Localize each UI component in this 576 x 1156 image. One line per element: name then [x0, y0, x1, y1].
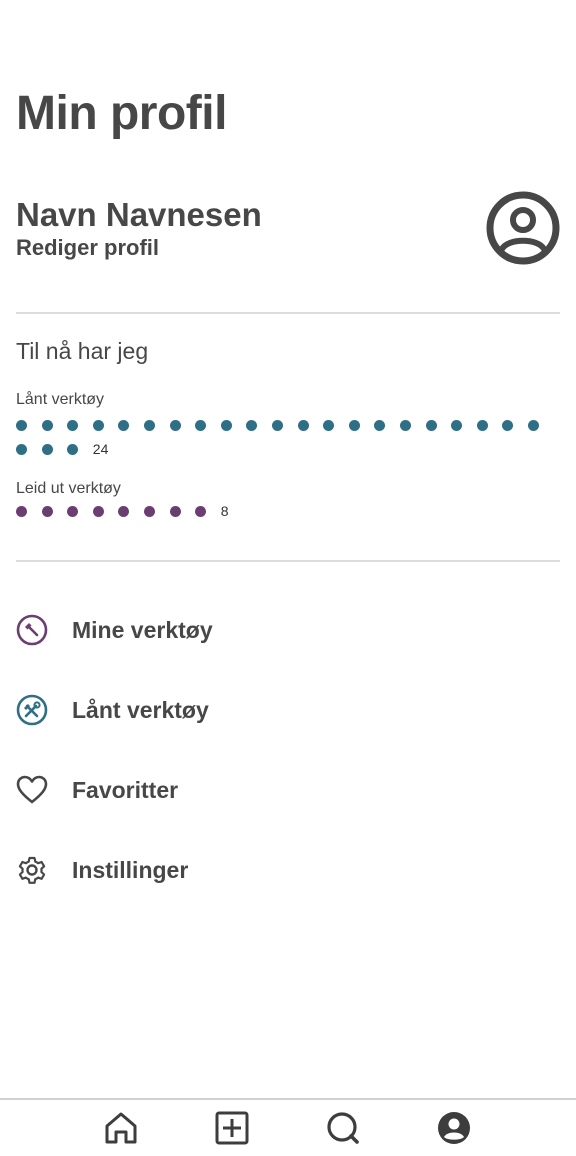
profile-icon	[436, 1110, 472, 1151]
heart-icon	[16, 774, 48, 806]
count-dot	[476, 420, 488, 431]
nav-home-button[interactable]	[103, 1112, 139, 1148]
menu-item-lant-verktoy[interactable]: Lånt verktøy	[16, 670, 560, 750]
count-dot	[297, 420, 309, 431]
count-dot	[118, 420, 130, 431]
count-dot	[220, 420, 232, 431]
menu-item-label: Lånt verktøy	[72, 696, 209, 723]
count-dot	[195, 420, 207, 431]
edit-profile-link[interactable]: Rediger profil	[16, 235, 159, 261]
count-dot	[323, 420, 335, 431]
hammer-circle-icon	[16, 614, 48, 646]
menu-item-label: Instillinger	[72, 856, 189, 883]
count-dot	[41, 444, 53, 455]
count-dot	[527, 420, 539, 431]
search-icon	[325, 1110, 361, 1151]
count-dot	[451, 420, 463, 431]
home-icon	[103, 1110, 139, 1151]
count-dot	[16, 420, 27, 431]
count-dot	[169, 506, 181, 517]
profile-page: Min profil Navn Navnesen Rediger profil …	[0, 0, 576, 1156]
count-dot	[16, 506, 27, 517]
add-box-icon	[214, 1110, 250, 1151]
bottom-navigation	[0, 1098, 576, 1156]
count-dot	[425, 420, 437, 431]
count-dot	[118, 506, 130, 517]
count-dot	[502, 420, 514, 431]
nav-search-button[interactable]	[325, 1110, 361, 1151]
borrowed-tools-dots: 24	[16, 420, 568, 457]
count-dot	[67, 420, 79, 431]
count-dot	[348, 420, 360, 431]
count-number: 8	[220, 503, 229, 519]
count-dot	[16, 444, 27, 455]
count-dot	[374, 420, 386, 431]
count-dot	[195, 506, 207, 517]
lent-tools-label: Leid ut verktøy	[16, 480, 121, 497]
menu-item-mine-verktoy[interactable]: Mine verktøy	[16, 590, 560, 670]
count-dot	[143, 506, 155, 517]
nav-profile-button[interactable]	[436, 1110, 472, 1151]
menu-item-favoritter[interactable]: Favoritter	[16, 750, 560, 830]
count-dot	[41, 506, 53, 517]
stats-heading: Til nå har jeg	[16, 338, 149, 364]
account-circle-icon[interactable]	[486, 191, 560, 265]
lent-tools-dots: 8	[16, 503, 568, 519]
count-dot	[92, 420, 104, 431]
profile-name: Navn Navnesen	[16, 196, 262, 233]
count-dot	[143, 420, 155, 431]
borrowed-tools-label: Lånt verktøy	[16, 391, 105, 408]
count-dot	[271, 420, 283, 431]
count-dot	[92, 506, 104, 517]
tools-circle-icon	[16, 694, 48, 726]
count-dot	[67, 444, 79, 455]
nav-add-button[interactable]	[214, 1110, 250, 1151]
gear-icon	[16, 854, 48, 886]
menu-item-label: Mine verktøy	[72, 616, 213, 643]
count-dot	[246, 420, 258, 431]
page-title: Min profil	[16, 87, 227, 140]
profile-menu: Mine verktøy Lånt verktøy Favoritter Ins…	[16, 590, 560, 910]
menu-item-label: Favoritter	[72, 776, 179, 803]
count-number: 24	[92, 441, 109, 457]
count-dot	[399, 420, 411, 431]
divider	[16, 560, 560, 562]
count-dot	[169, 420, 181, 431]
menu-item-instillinger[interactable]: Instillinger	[16, 830, 560, 910]
count-dot	[41, 420, 53, 431]
count-dot	[67, 506, 79, 517]
divider	[16, 312, 560, 314]
